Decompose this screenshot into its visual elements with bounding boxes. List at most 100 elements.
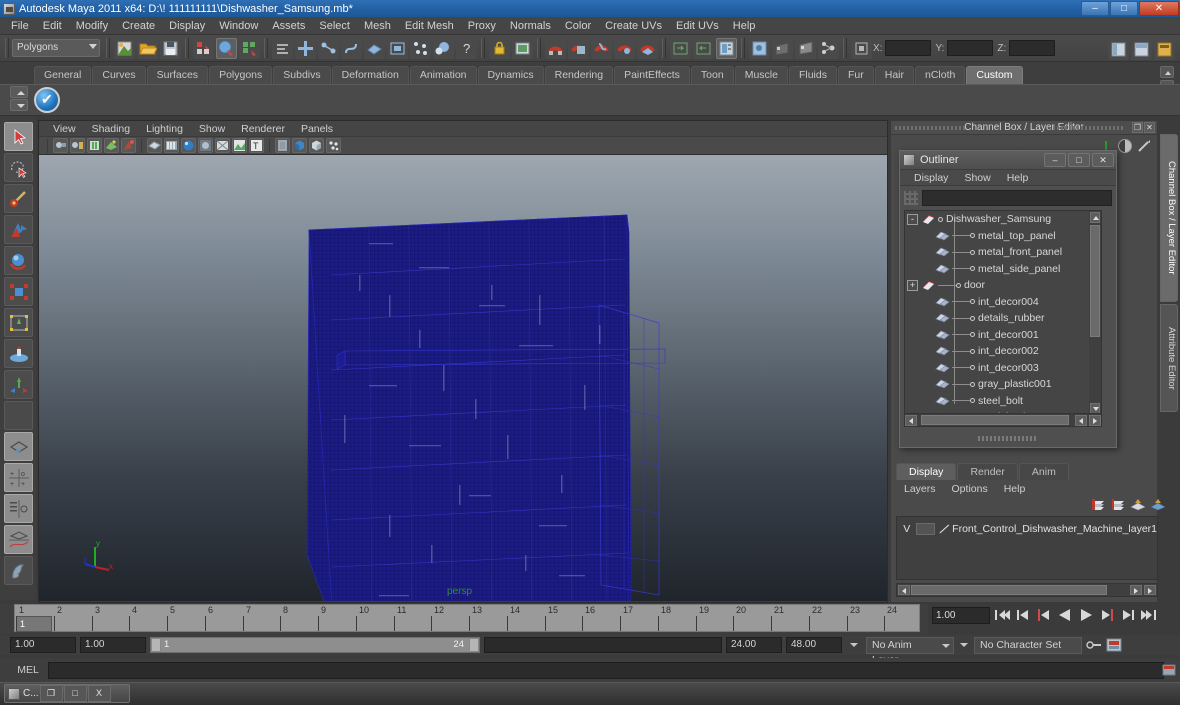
playback-end-time-field[interactable]: 24.00: [726, 637, 782, 653]
layer-row[interactable]: V Front_Control_Dishwasher_Machine_layer…: [897, 520, 1157, 537]
scroll-left-2-icon[interactable]: [1130, 585, 1142, 595]
shading-toggle-icon[interactable]: [1118, 139, 1132, 153]
taskbar-close-button[interactable]: X: [87, 685, 111, 702]
chevron-down-icon[interactable]: [850, 643, 858, 647]
outliner-menu-display[interactable]: Display: [906, 170, 956, 186]
step-forward-frame-icon[interactable]: [1098, 606, 1116, 624]
shelf-tab-subdivs[interactable]: Subdivs: [273, 66, 331, 84]
hypergraph-button[interactable]: [749, 37, 770, 59]
render-magnet-1-button[interactable]: [545, 37, 566, 59]
shelf-tab-up-icon[interactable]: [10, 86, 28, 98]
range-left-handle[interactable]: [151, 638, 161, 652]
open-sidebar-left-button[interactable]: [670, 37, 691, 59]
minimize-button[interactable]: –: [1081, 1, 1109, 16]
pencil-icon[interactable]: [1137, 139, 1151, 153]
menu-edit-mesh[interactable]: Edit Mesh: [398, 17, 461, 35]
anim-layer-dropdown[interactable]: No Anim Layer: [866, 636, 954, 666]
snap-to-curves-button[interactable]: [318, 37, 339, 59]
shelf-tab-fur[interactable]: Fur: [837, 66, 874, 84]
dock-undock-button[interactable]: ❐: [1132, 122, 1143, 133]
shelf-tab-hair[interactable]: Hair: [874, 66, 914, 84]
outliner-maximize-button[interactable]: □: [1068, 153, 1090, 167]
menu-select[interactable]: Select: [312, 17, 357, 35]
last-tool-used[interactable]: [4, 401, 33, 430]
shelf-tab-animation[interactable]: Animation: [409, 66, 477, 84]
animation-preferences-icon[interactable]: [1106, 638, 1122, 652]
outliner-search-input[interactable]: [922, 190, 1112, 206]
outliner-item-int-decor001[interactable]: int_decor001: [905, 327, 1101, 344]
smooth-shade-all-icon[interactable]: [164, 138, 179, 153]
scroll-up-icon[interactable]: [1090, 212, 1100, 223]
new-layer-icon[interactable]: [1090, 498, 1106, 512]
render-sequence-button[interactable]: [795, 37, 816, 59]
select-by-hierarchy-button[interactable]: [193, 37, 214, 59]
auto-key-icon[interactable]: [1086, 638, 1102, 652]
smooth-cube-icon[interactable]: [309, 138, 324, 153]
maximize-button[interactable]: □: [1110, 1, 1138, 16]
shelf-tab-surfaces[interactable]: Surfaces: [146, 66, 209, 84]
viewport-menu-panels[interactable]: Panels: [293, 121, 341, 137]
textured-icon[interactable]: [232, 138, 247, 153]
shelf-tab-down-icon[interactable]: [10, 99, 28, 111]
z-coordinate-field[interactable]: [1009, 40, 1056, 56]
bookmark-icon[interactable]: [87, 138, 102, 153]
step-back-key-icon[interactable]: [1014, 606, 1032, 624]
two-d-pan-zoom-icon[interactable]: [121, 138, 136, 153]
image-plane-icon[interactable]: [104, 138, 119, 153]
render-current-frame-button[interactable]: [512, 37, 533, 59]
current-time-field[interactable]: 1.00: [932, 606, 990, 624]
outliner-item-gray-plastic001[interactable]: gray_plastic001: [905, 376, 1101, 393]
menu-help[interactable]: Help: [726, 17, 763, 35]
wireframe-shading-icon[interactable]: [147, 138, 162, 153]
render-view-button[interactable]: [772, 37, 793, 59]
select-camera-icon[interactable]: [53, 138, 68, 153]
shelf-tab-curves[interactable]: Curves: [92, 66, 146, 84]
scroll-left-2-icon[interactable]: [1075, 414, 1087, 426]
menu-edit[interactable]: Edit: [36, 17, 69, 35]
menu-mesh[interactable]: Mesh: [357, 17, 398, 35]
new-layer-from-selected-icon[interactable]: [1110, 498, 1126, 512]
check-shelf-button[interactable]: [34, 87, 60, 113]
open-scene-button[interactable]: [137, 37, 158, 59]
smooth-shade-selected-icon[interactable]: [181, 138, 196, 153]
scroll-left-icon[interactable]: [898, 585, 910, 595]
render-magnet-3-button[interactable]: [591, 37, 612, 59]
viewport-menu-show[interactable]: Show: [191, 121, 233, 137]
outliner-item-dishwasher-samsung[interactable]: - Dishwasher_Samsung: [905, 211, 1101, 228]
input-output-connections-button[interactable]: [851, 37, 872, 59]
selection-mode-dropdown[interactable]: Polygons: [12, 39, 100, 57]
menu-normals[interactable]: Normals: [503, 17, 558, 35]
taskbar-window-button[interactable]: C... ❐ □ X: [4, 684, 130, 703]
range-slider-track[interactable]: 1 24: [150, 637, 480, 653]
snap-to-points-button[interactable]: [341, 37, 362, 59]
step-back-frame-icon[interactable]: [1035, 606, 1053, 624]
dock-close-button[interactable]: ✕: [1144, 122, 1155, 133]
scrollbar-thumb[interactable]: [921, 415, 1069, 425]
toggle-layer-editor-button[interactable]: [1131, 39, 1152, 60]
outliner-menu-show[interactable]: Show: [956, 170, 998, 186]
layer-menu-help[interactable]: Help: [996, 482, 1034, 496]
tab-anim[interactable]: Anim: [1018, 463, 1069, 480]
close-button[interactable]: ✕: [1139, 1, 1179, 16]
render-settings-button[interactable]: [818, 37, 839, 59]
outliner-tree[interactable]: - Dishwasher_Samsung metal_top_panel met…: [904, 210, 1102, 417]
help-button[interactable]: ?: [456, 37, 477, 59]
menu-window[interactable]: Window: [212, 17, 265, 35]
outliner-item-metal-side-panel[interactable]: metal_side_panel: [905, 261, 1101, 278]
rotate-tool[interactable]: [4, 246, 33, 275]
show-attribute-editor-button[interactable]: [716, 37, 737, 59]
animation-start-time-field[interactable]: 1.00: [10, 637, 76, 653]
vtab-channel-box-layer-editor[interactable]: Channel Box / Layer Editor: [1160, 134, 1178, 302]
character-set-dropdown[interactable]: No Character Set: [974, 636, 1082, 654]
shelf-tab-ncloth[interactable]: nCloth: [915, 66, 966, 84]
menu-create-uvs[interactable]: Create UVs: [598, 17, 669, 35]
selection-mask-menu-button[interactable]: [272, 37, 293, 59]
outliner-item-metal-top-panel[interactable]: metal_top_panel: [905, 228, 1101, 245]
layer-menu-options[interactable]: Options: [944, 482, 996, 496]
vtab-attribute-editor[interactable]: Attribute Editor: [1160, 304, 1178, 412]
menu-display[interactable]: Display: [162, 17, 212, 35]
go-to-end-icon[interactable]: [1140, 606, 1158, 624]
paint-select-tool[interactable]: [4, 184, 33, 213]
use-default-material-icon[interactable]: T: [249, 138, 264, 153]
paint-effects-layout[interactable]: [4, 556, 33, 585]
